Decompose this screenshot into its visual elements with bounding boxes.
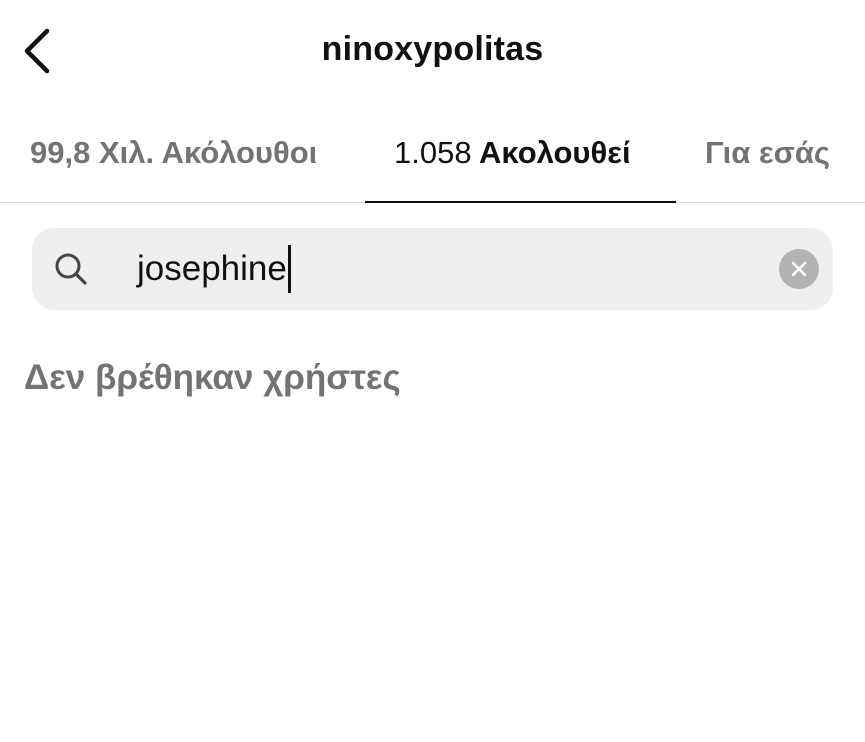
text-caret [287, 245, 291, 293]
tab-following[interactable]: 1.058 Ακολουθεί [394, 135, 631, 171]
tab-followers[interactable]: 99,8 Χιλ. Ακόλουθοι [30, 135, 317, 171]
tab-following-label: Ακολουθεί [479, 135, 631, 170]
clear-search-button[interactable] [779, 249, 819, 289]
search-input-value: josephine [137, 249, 287, 288]
close-icon [791, 261, 807, 277]
page-title: ninoxypolitas [321, 30, 544, 68]
search-input[interactable]: josephine [137, 245, 777, 293]
search-icon [55, 253, 87, 285]
tab-following-count: 1.058 [394, 135, 472, 170]
active-tab-indicator [365, 201, 676, 203]
search-bar[interactable]: josephine [32, 228, 833, 310]
tab-bar: 99,8 Χιλ. Ακόλουθοι 1.058 Ακολουθεί Για … [0, 105, 865, 203]
tab-for-you[interactable]: Για εσάς [705, 135, 830, 171]
no-results-message: Δεν βρέθηκαν χρήστες [24, 358, 401, 397]
top-bar: ninoxypolitas [0, 0, 865, 105]
